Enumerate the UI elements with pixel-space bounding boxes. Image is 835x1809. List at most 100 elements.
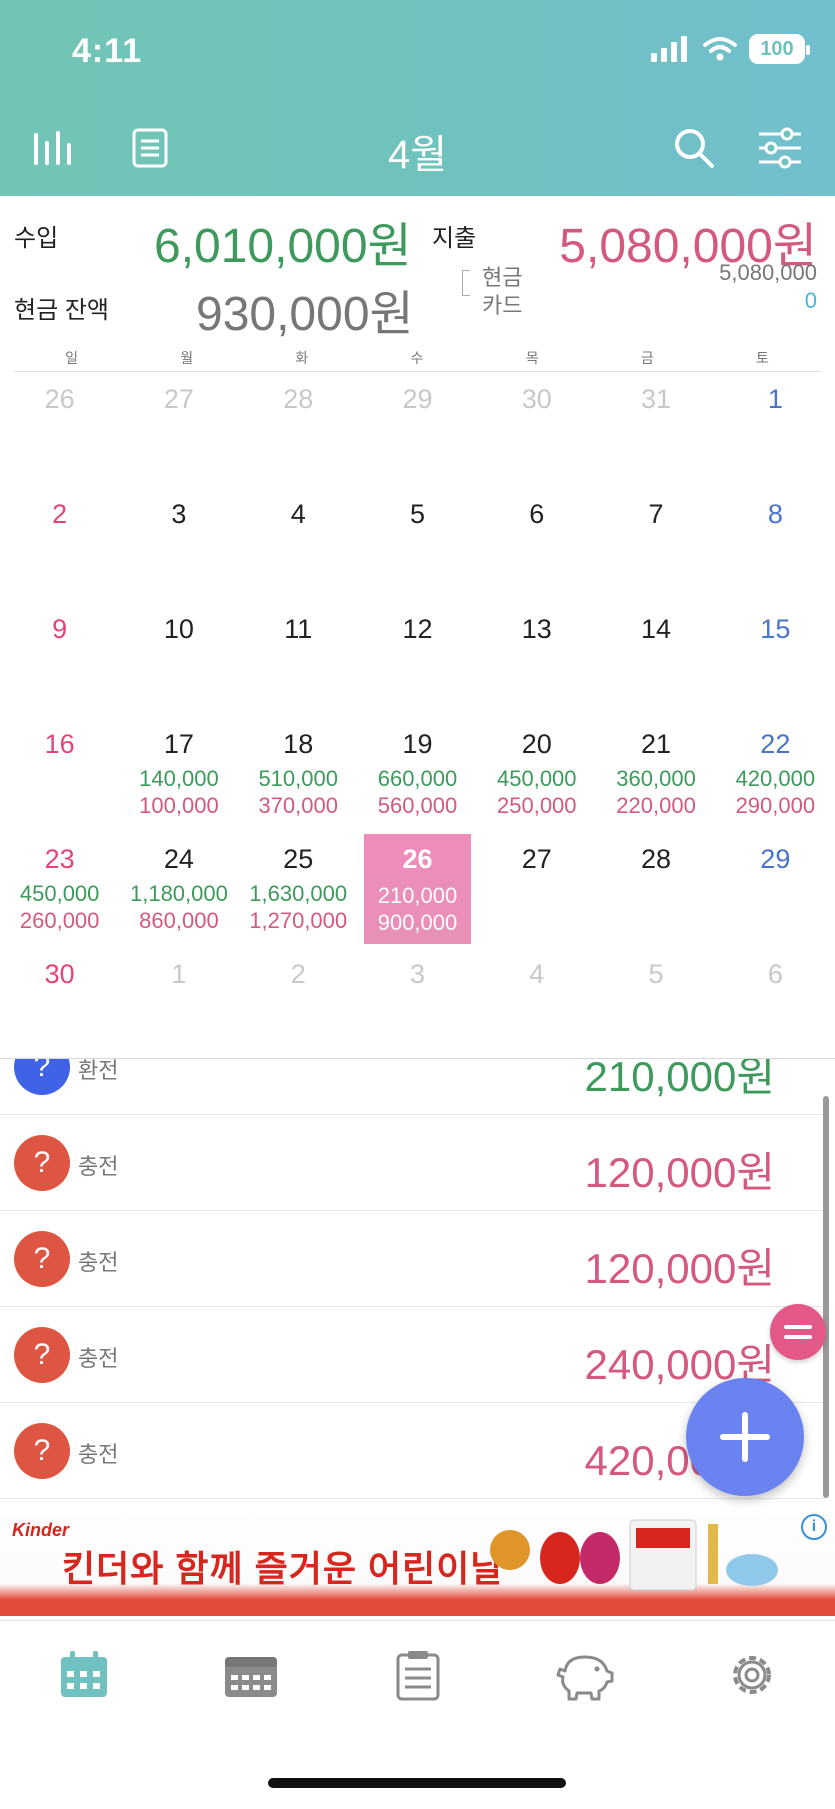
tab-list[interactable] [334, 1621, 501, 1750]
calendar-day[interactable]: 27 [477, 832, 596, 947]
day-number: 5 [648, 959, 664, 989]
transaction-row[interactable]: ? 충전 240,000원 [0, 1307, 825, 1403]
calendar-day[interactable]: 19 660,000 560,000 [358, 717, 477, 832]
calendar-day[interactable]: 1 [119, 947, 238, 1062]
equals-icon [784, 1325, 812, 1339]
calendar-week: 2 3 4 5 6 7 8 [0, 487, 835, 602]
add-transaction-button[interactable] [686, 1378, 804, 1496]
calendar-day[interactable]: 22 420,000 290,000 [716, 717, 835, 832]
calendar-day[interactable]: 31 [596, 372, 715, 487]
calendar-day[interactable]: 23 450,000 260,000 [0, 832, 119, 947]
calendar-day[interactable]: 16 [0, 717, 119, 832]
calendar-icon [60, 1651, 107, 1697]
wifi-icon [703, 37, 737, 61]
day-number: 2 [290, 959, 306, 989]
ad-banner[interactable]: Kinder 킨더와 함께 즐거운 어린이날 i [0, 1508, 835, 1616]
calendar-day[interactable]: 2 [0, 487, 119, 602]
tab-settings[interactable] [668, 1621, 835, 1750]
day-number: 25 [283, 844, 314, 874]
calendar-day[interactable]: 30 [0, 947, 119, 1062]
calendar-day[interactable]: 8 [716, 487, 835, 602]
status-time: 4:11 [72, 32, 143, 70]
calendar-day[interactable]: 28 [596, 832, 715, 947]
day-expense: 220,000 [616, 793, 696, 818]
transaction-row[interactable]: ? 환전 210,000원 [0, 1059, 825, 1115]
calendar-day[interactable]: 9 [0, 602, 119, 717]
calendar-day[interactable]: 2 [239, 947, 358, 1062]
calendar-day[interactable]: 12 [358, 602, 477, 717]
calendar-day[interactable]: 4 [477, 947, 596, 1062]
day-expense: 1,270,000 [249, 908, 348, 933]
day-number: 18 [283, 729, 314, 759]
search-icon[interactable] [668, 122, 720, 174]
calendar-day[interactable]: 7 [596, 487, 715, 602]
scrollbar[interactable] [823, 1096, 829, 1498]
day-number: 26 [402, 844, 433, 874]
calendar-day[interactable]: 29 [358, 372, 477, 487]
day-income: 1,180,000 [129, 881, 228, 906]
calendar-day[interactable]: 21 360,000 220,000 [596, 717, 715, 832]
calendar-day-today[interactable]: 26 210,000 900,000 [363, 834, 472, 944]
transaction-name: 충전 [78, 1442, 119, 1467]
calendar-day[interactable]: 30 [477, 372, 596, 487]
day-number: 8 [767, 499, 783, 529]
day-number: 29 [760, 844, 791, 874]
calendar-day[interactable]: 1 [716, 372, 835, 487]
tab-savings[interactable] [501, 1621, 668, 1750]
piggy-bank-icon [556, 1655, 613, 1701]
calendar-day[interactable]: 18 510,000 370,000 [239, 717, 358, 832]
filter-icon[interactable] [754, 122, 806, 174]
day-income: 450,000 [19, 881, 100, 906]
day-income: 660,000 [377, 766, 458, 791]
calendar-day[interactable]: 5 [596, 947, 715, 1062]
app-header: 4:11 100 4월 [0, 0, 835, 196]
transaction-amount: 210,000원 [584, 1059, 775, 1100]
calendar-day[interactable]: 6 [716, 947, 835, 1062]
calendar-day[interactable]: 29 [716, 832, 835, 947]
signal-icon [651, 36, 687, 62]
calendar-day[interactable]: 27 [119, 372, 238, 487]
unknown-category-icon: ? [14, 1059, 70, 1095]
calendar-week: 16 17 140,000 100,000 18 510,000 370,000 19 660,… [0, 717, 835, 832]
summary-toggle-button[interactable] [770, 1304, 826, 1360]
calendar-day[interactable]: 28 [239, 372, 358, 487]
calendar-day[interactable]: 26 [0, 372, 119, 487]
calendar-day[interactable]: 25 1,630,000 1,270,000 [239, 832, 358, 947]
day-expense: 900,000 [377, 910, 458, 935]
weekday-mon: 월 [180, 350, 194, 366]
tab-weekly[interactable] [167, 1621, 334, 1750]
calendar-day[interactable]: 3 [358, 947, 477, 1062]
calendar-day[interactable]: 10 [119, 602, 238, 717]
calendar-week: 9 10 11 12 13 14 15 [0, 602, 835, 717]
day-number: 9 [52, 614, 68, 644]
calendar-day[interactable]: 6 [477, 487, 596, 602]
day-number: 26 [44, 384, 75, 414]
ad-info-icon[interactable]: i [801, 1514, 827, 1540]
day-expense: 100,000 [139, 793, 219, 818]
calendar-day[interactable]: 24 1,180,000 860,000 [119, 832, 238, 947]
day-number: 30 [44, 959, 75, 989]
tab-calendar[interactable] [0, 1621, 167, 1750]
list-icon [396, 1651, 439, 1701]
day-income: 210,000 [377, 883, 458, 908]
income-value: 6,010,000원 [154, 220, 412, 273]
calendar-day[interactable]: 17 140,000 100,000 [119, 717, 238, 832]
transaction-name: 충전 [78, 1250, 119, 1275]
calendar-day[interactable]: 5 [358, 487, 477, 602]
calendar-day[interactable]: 15 [716, 602, 835, 717]
transaction-row[interactable]: ? 충전 120,000원 [0, 1211, 825, 1307]
day-number: 27 [521, 844, 552, 874]
calendar-day[interactable]: 14 [596, 602, 715, 717]
calendar-day[interactable]: 13 [477, 602, 596, 717]
day-number: 29 [402, 384, 433, 414]
transaction-row[interactable]: ? 충전 120,000원 [0, 1115, 825, 1211]
day-number: 19 [402, 729, 433, 759]
weekday-fri: 금 [640, 350, 654, 366]
calendar-day[interactable]: 4 [239, 487, 358, 602]
weekday-thu: 목 [525, 350, 539, 366]
calendar-day[interactable]: 3 [119, 487, 238, 602]
day-expense: 560,000 [377, 793, 458, 818]
nav-bar: 4월 [0, 112, 835, 182]
calendar-day[interactable]: 20 450,000 250,000 [477, 717, 596, 832]
calendar-day[interactable]: 11 [239, 602, 358, 717]
